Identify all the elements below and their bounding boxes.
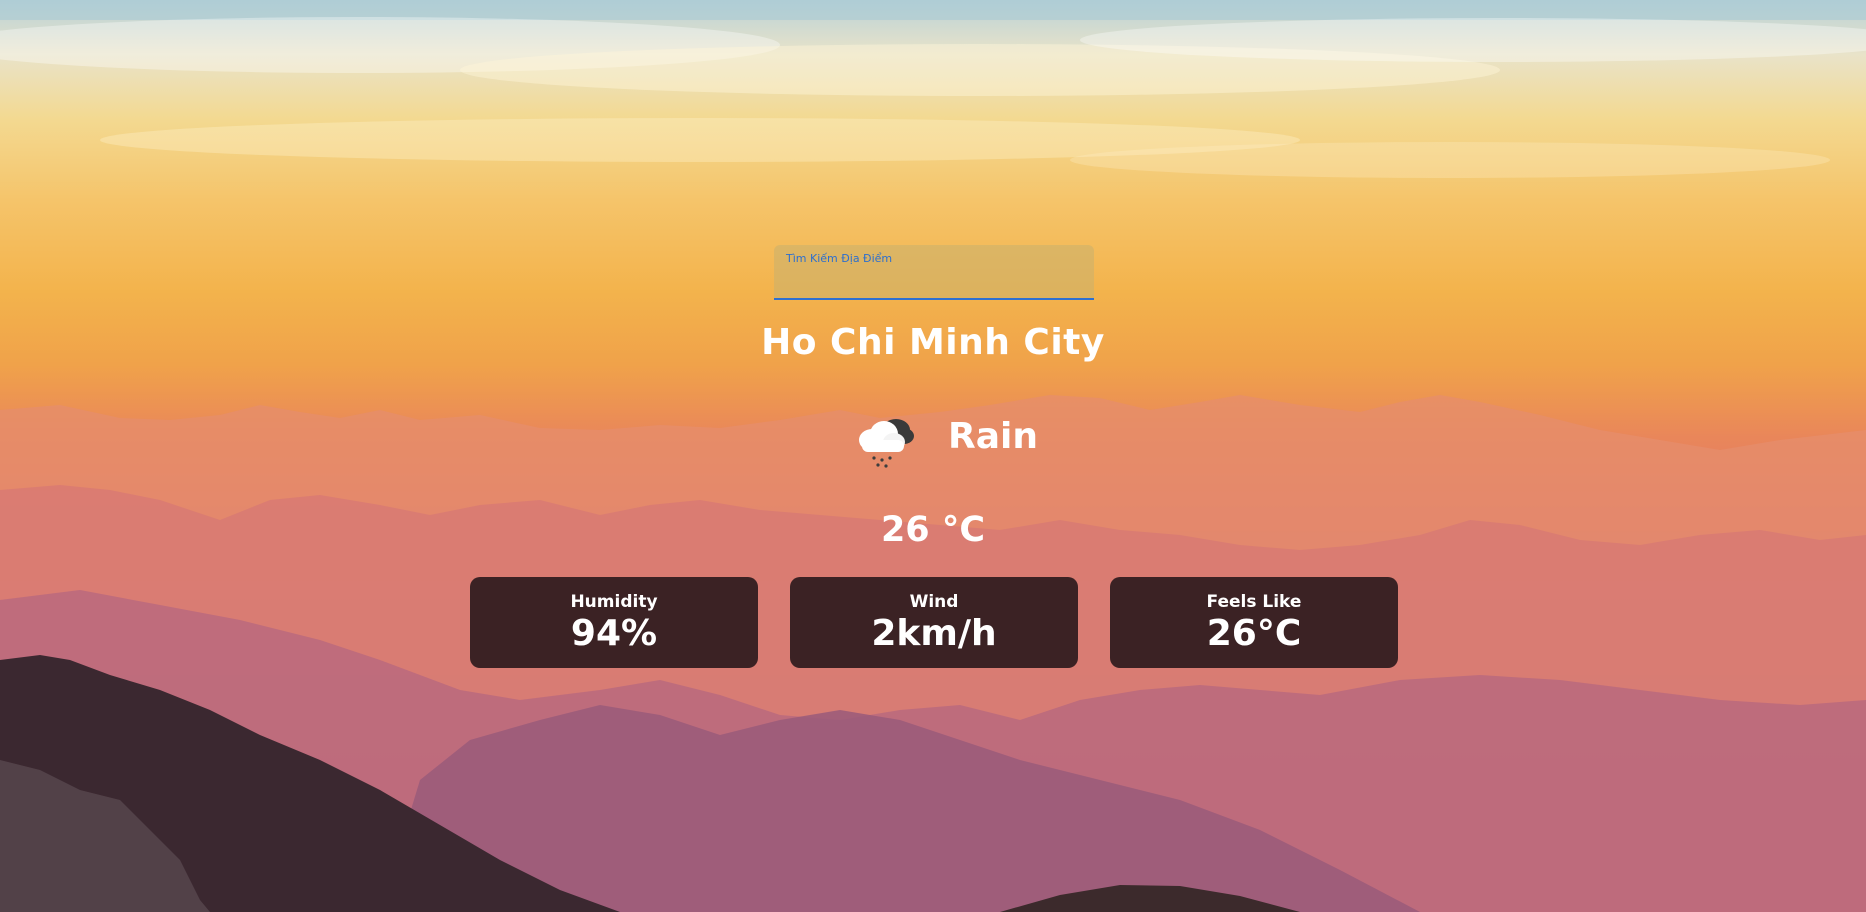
temperature: 26 °C <box>880 510 986 550</box>
search-label: Tìm Kiếm Địa Điểm <box>786 252 893 265</box>
wind-card: Wind 2km/h <box>790 577 1078 668</box>
location-search-field[interactable]: Tìm Kiếm Địa Điểm <box>774 245 1094 300</box>
wind-label: Wind <box>909 592 959 612</box>
humidity-card: Humidity 94% <box>470 577 758 668</box>
condition-text: Rain <box>948 416 1038 457</box>
humidity-label: Humidity <box>570 592 658 612</box>
search-input[interactable] <box>784 269 1084 295</box>
weather-stats: Humidity 94% Wind 2km/h Feels Like 26°C <box>470 577 1398 669</box>
wind-value: 2km/h <box>871 613 997 654</box>
weather-condition: Rain <box>0 410 1866 474</box>
city-name: Ho Chi Minh City <box>761 322 1105 363</box>
humidity-value: 94% <box>570 613 658 654</box>
rain-cloud-icon <box>852 410 920 470</box>
feels-like-card: Feels Like 26°C <box>1110 577 1398 668</box>
feels-like-value: 26°C <box>1206 613 1302 654</box>
weather-app: Tìm Kiếm Địa Điểm Ho Chi Minh City Rain … <box>0 0 1866 912</box>
feels-like-label: Feels Like <box>1206 592 1302 612</box>
